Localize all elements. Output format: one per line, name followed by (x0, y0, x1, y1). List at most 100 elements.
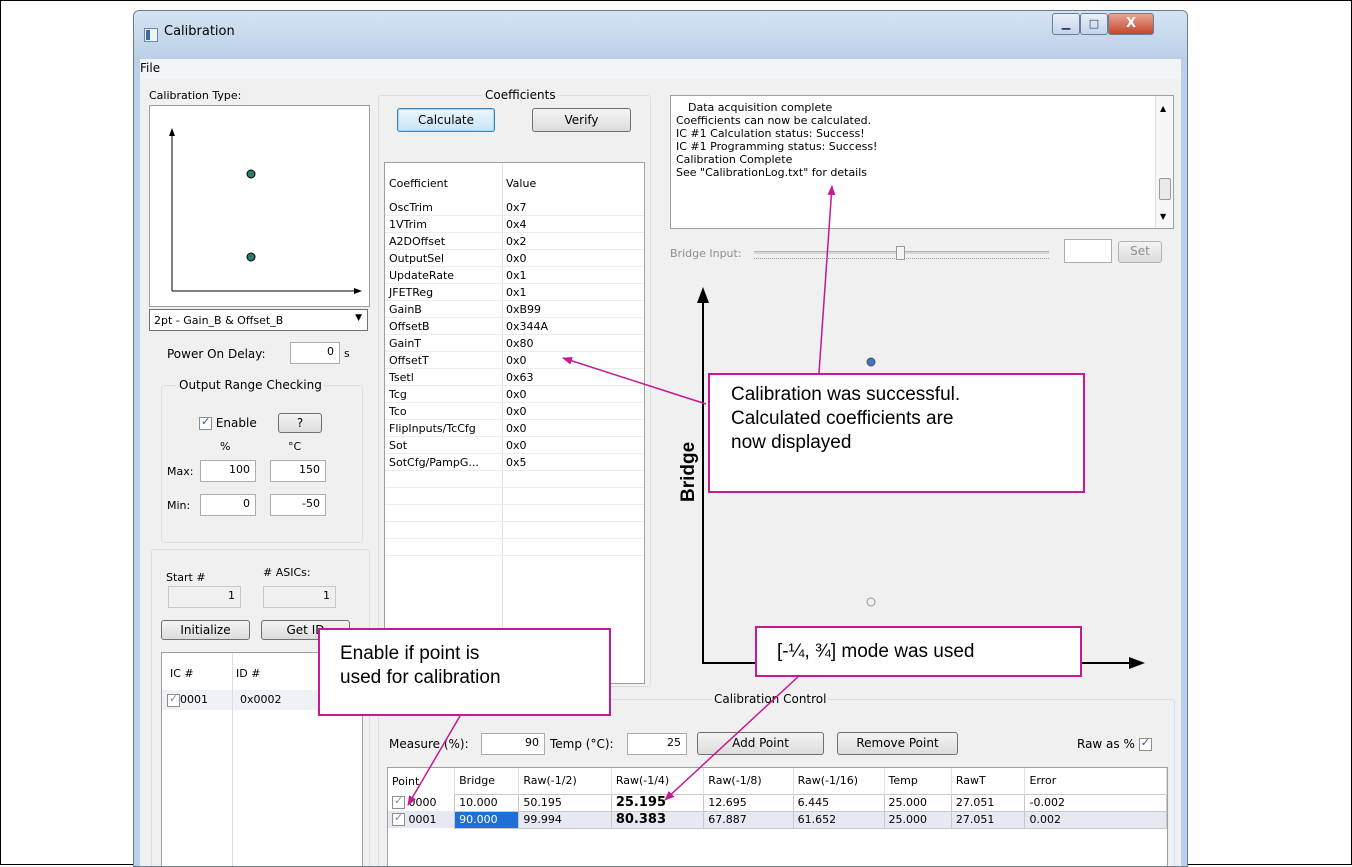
min-label: Min: (167, 499, 191, 512)
points-header-cell[interactable]: Raw(-1/8) (703, 768, 794, 794)
maximize-button[interactable]: □ (1080, 13, 1108, 35)
max-percent-input[interactable]: 100 (200, 460, 256, 482)
coefficient-row[interactable]: Tsetl 0x63 (385, 368, 644, 386)
points-table[interactable]: Point Bridge Raw(-1/2) Raw(-1/4) Raw(-1/8) Ra… (387, 767, 1168, 866)
cell-raw4: 80.383 (610, 810, 705, 829)
temp-input[interactable]: 25 (627, 733, 687, 755)
calibration-type-select[interactable]: 2pt - Gain_B & Offset_B ▼ (149, 309, 368, 331)
mode-callout: [-¼, ¾] mode was used (755, 626, 1082, 677)
cell-raw2: 99.994 (518, 810, 612, 829)
coefficient-empty-row (385, 487, 644, 505)
set-button[interactable]: Set (1118, 241, 1162, 263)
points-header-cell[interactable]: Bridge (454, 768, 520, 794)
raw-as-percent-toggle[interactable]: Raw as % (1077, 736, 1152, 751)
coefficient-row[interactable]: A2DOffset 0x2 (385, 232, 644, 250)
power-on-delay-input[interactable]: 0 (290, 342, 340, 364)
point-cell[interactable]: 0000 (388, 794, 455, 811)
cell-temp: 25.000 (883, 810, 952, 829)
points-header-cell[interactable]: Raw(-1/2) (518, 768, 612, 794)
coefficient-row[interactable]: OffsetB 0x344A (385, 317, 644, 335)
plot-point-used (866, 357, 876, 367)
points-header-cell[interactable]: Temp (884, 768, 952, 794)
window-title: Calibration (164, 24, 235, 39)
point-enable-checkbox[interactable] (392, 794, 405, 810)
points-header-cell[interactable]: Raw(-1/16) (793, 768, 885, 794)
point-enable-checkbox[interactable] (392, 811, 405, 827)
cell-rawt: 27.051 (950, 810, 1026, 829)
enable-checkbox[interactable]: Enable (199, 415, 257, 430)
calculate-button[interactable]: Calculate (397, 108, 495, 132)
coefficient-row[interactable]: OscTrim 0x7 (385, 199, 644, 216)
coefficient-row[interactable]: GainB 0xB99 (385, 300, 644, 318)
coefficient-value: 0x0 (502, 249, 644, 267)
enable-checkbox-box[interactable] (199, 415, 212, 430)
initialize-button[interactable]: Initialize (161, 620, 250, 640)
ic-row-checkbox[interactable] (167, 692, 180, 707)
log-scroll-thumb[interactable] (1159, 178, 1171, 200)
log-scrollbar[interactable]: ▲ ▼ (1155, 96, 1173, 228)
diagram-point-lower (246, 252, 256, 262)
status-log[interactable]: Data acquisition complete Coefficients c… (670, 95, 1174, 229)
coefficient-name: SotCfg/PampG... (385, 453, 502, 471)
status-log-lines: Data acquisition complete Coefficients c… (676, 101, 877, 179)
coefficient-row[interactable]: JFETReg 0x1 (385, 283, 644, 301)
table-row[interactable]: 0000 10.00050.19525.19512.6956.44525.0002… (388, 793, 1167, 812)
coefficient-row[interactable]: Tcg 0x0 (385, 385, 644, 403)
verify-button[interactable]: Verify (532, 108, 631, 132)
scroll-up-icon[interactable]: ▲ (1160, 104, 1166, 113)
min-celsius-input[interactable]: -50 (270, 494, 326, 516)
coefficients-title: Coefficients (483, 88, 558, 102)
menu-file[interactable]: File (140, 61, 160, 75)
cell-error: 0.002 (1024, 810, 1167, 829)
diagram-y-arrow (169, 128, 175, 136)
coefficient-row[interactable]: 1VTrim 0x4 (385, 215, 644, 233)
coefficient-row[interactable]: FlipInputs/TcCfg 0x0 (385, 419, 644, 437)
point-number: 0001 (408, 812, 437, 826)
points-header-cell[interactable]: Raw(-1/4) (611, 768, 705, 794)
asics-input[interactable]: 1 (263, 586, 336, 608)
ic-row-id: 0x0002 (240, 693, 282, 706)
points-header-cell[interactable]: Point (388, 768, 456, 794)
minimize-button[interactable]: ▁ (1052, 13, 1080, 35)
coefficient-row[interactable]: Sot 0x0 (385, 436, 644, 454)
coefficient-empty-row (385, 470, 644, 488)
cell-temp: 25.000 (883, 793, 952, 812)
coefficient-row[interactable]: GainT 0x80 (385, 334, 644, 352)
max-celsius-input[interactable]: 150 (270, 460, 326, 482)
slider-thumb[interactable] (896, 246, 905, 260)
coefficient-empty-row (385, 521, 644, 539)
points-grid: Point Bridge Raw(-1/2) Raw(-1/4) Raw(-1/8) Ra… (388, 768, 1167, 829)
scroll-down-icon[interactable]: ▼ (1160, 212, 1166, 221)
title-bar[interactable]: Calibration ▁ □ X (134, 11, 1187, 61)
percent-column-label: % (220, 440, 231, 453)
bridge-input-field[interactable] (1064, 239, 1112, 263)
remove-point-button[interactable]: Remove Point (837, 732, 958, 755)
coefficient-row[interactable]: SotCfg/PampG... 0x5 (385, 453, 644, 471)
bridge-input-slider[interactable] (754, 245, 1049, 263)
point-cell[interactable]: 0001 (388, 811, 455, 828)
enable-callout-line: Enable if point is (340, 643, 480, 664)
measure-input[interactable]: 90 (481, 733, 545, 755)
success-callout-line: Calculated coefficients are (731, 408, 954, 429)
cell-bridge: 90.000 (454, 810, 520, 829)
coefficient-value: 0x2 (502, 232, 644, 250)
coefficient-name: GainT (385, 334, 502, 352)
table-row[interactable]: 0001 90.00099.99480.38367.88761.65225.000… (388, 810, 1167, 829)
coefficient-value: 0x0 (502, 436, 644, 454)
raw-as-percent-checkbox[interactable] (1138, 736, 1152, 751)
coefficient-row[interactable]: OutputSel 0x0 (385, 249, 644, 267)
close-button[interactable]: X (1108, 13, 1154, 35)
start-input[interactable]: 1 (168, 586, 241, 608)
min-percent-input[interactable]: 0 (200, 494, 256, 516)
points-header-cell[interactable]: Error (1024, 768, 1167, 794)
add-point-button[interactable]: Add Point (697, 732, 824, 755)
max-label: Max: (167, 465, 194, 478)
app-icon (144, 28, 158, 42)
coefficient-row[interactable]: UpdateRate 0x1 (385, 266, 644, 284)
coefficient-row[interactable]: OffsetT 0x0 (385, 351, 644, 369)
coefficients-table[interactable]: Coefficient Value OscTrim 0x7 1VTrim 0x4 A2D… (384, 162, 645, 684)
points-header-cell[interactable]: RawT (951, 768, 1026, 794)
bridge-axis-label: Bridge (678, 441, 699, 502)
help-button[interactable]: ? (278, 413, 322, 433)
coefficient-row[interactable]: Tco 0x0 (385, 402, 644, 420)
